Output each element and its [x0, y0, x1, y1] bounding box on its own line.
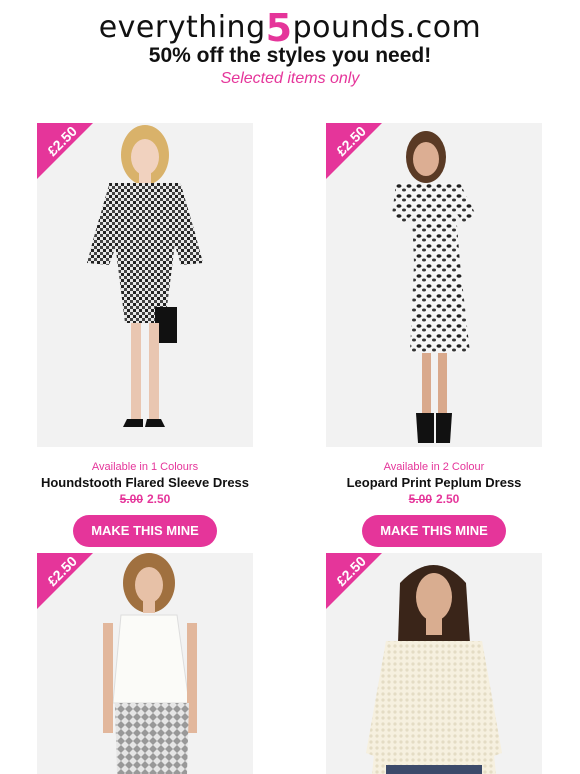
make-this-mine-button[interactable]: MAKE THIS MINE — [362, 515, 506, 547]
product-name[interactable]: Houndstooth Flared Sleeve Dress — [37, 475, 253, 490]
product-image[interactable]: £2.50 — [37, 123, 253, 447]
new-price: 2.50 — [436, 492, 460, 506]
logo-suffix: pounds.com — [292, 10, 482, 45]
product-price: 5.00 2.50 — [326, 492, 542, 506]
make-this-mine-button[interactable]: MAKE THIS MINE — [73, 515, 217, 547]
promo-headline: 50% off the styles you need! — [148, 44, 432, 67]
product-price: 5.00 2.50 — [37, 492, 253, 506]
new-price: 2.50 — [147, 492, 171, 506]
product-info: Available in 2 Colour Leopard Print Pepl… — [326, 461, 542, 547]
promo-subline: Selected items only — [220, 70, 360, 87]
site-logo[interactable]: everything5pounds.com — [0, 2, 580, 50]
old-price: 5.00 — [119, 492, 143, 506]
email-header: everything5pounds.com 50% off the styles… — [0, 0, 580, 100]
availability-text: Available in 1 Colours — [91, 461, 199, 473]
product-image[interactable]: £2.50 — [37, 553, 253, 774]
product-name[interactable]: Leopard Print Peplum Dress — [326, 475, 542, 490]
availability-text: Available in 2 Colour — [383, 461, 485, 473]
old-price: 5.00 — [408, 492, 432, 506]
logo-prefix: everything — [98, 10, 266, 45]
product-image[interactable]: £2.50 — [326, 553, 542, 774]
product-info: Available in 1 Colours Houndstooth Flare… — [37, 461, 253, 547]
product-image[interactable]: £2.50 — [326, 123, 542, 447]
